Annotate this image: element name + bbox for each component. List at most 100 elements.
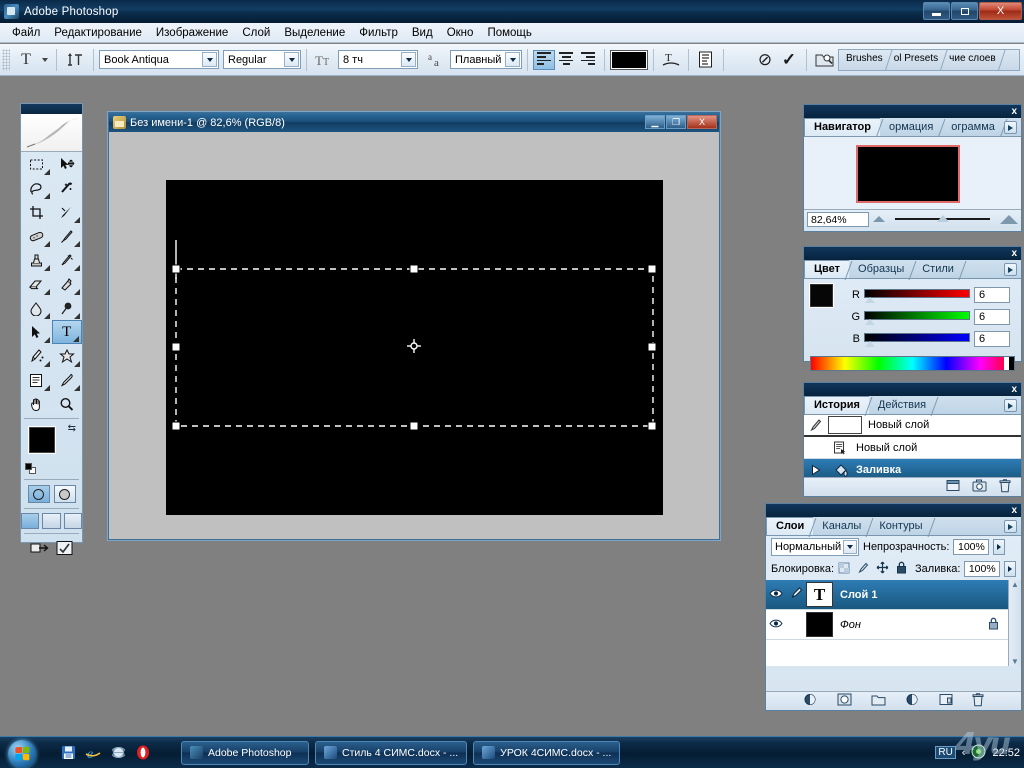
black-white-picker[interactable]: [1004, 357, 1014, 370]
color-spectrum-ramp[interactable]: [810, 356, 1015, 371]
options-bar-grip[interactable]: [2, 48, 10, 71]
align-center-icon[interactable]: [555, 50, 577, 70]
notes-tool[interactable]: [21, 368, 52, 392]
globe-icon[interactable]: [110, 745, 126, 761]
standard-screen-icon[interactable]: [21, 513, 40, 529]
font-style-chevron-down-icon[interactable]: [284, 52, 299, 67]
color-panel-header[interactable]: x: [804, 247, 1021, 260]
palette-well-tab-tool-presets[interactable]: ol Presets: [887, 50, 942, 70]
fill-value[interactable]: 100%: [964, 561, 1001, 577]
tray-overflow-icon[interactable]: ‹: [962, 747, 966, 759]
menu-image[interactable]: Изображение: [149, 25, 235, 41]
zoom-out-icon[interactable]: [873, 216, 885, 222]
channel-slider-r[interactable]: [864, 289, 970, 303]
commit-edits-button[interactable]: ✓: [777, 49, 801, 71]
gradient-tool[interactable]: [52, 272, 83, 296]
layers-panel-header[interactable]: x: [766, 504, 1021, 517]
hand-tool[interactable]: [21, 392, 52, 416]
menu-help[interactable]: Помощь: [480, 25, 538, 41]
minimize-button[interactable]: [923, 2, 950, 20]
current-tool-icon[interactable]: T: [13, 48, 39, 72]
layer-thumbnail[interactable]: T: [806, 582, 833, 607]
history-snapshot-row[interactable]: Новый слой: [804, 415, 1021, 437]
history-panel-close-icon[interactable]: x: [1011, 383, 1017, 396]
tool-preset-chevron-down-icon[interactable]: [42, 57, 48, 62]
quick-mask-mode-icon[interactable]: [53, 485, 76, 503]
blend-mode-combo[interactable]: Нормальный: [771, 538, 859, 556]
channel-slider-b[interactable]: [864, 333, 970, 347]
eraser-tool[interactable]: [21, 272, 52, 296]
opacity-value[interactable]: 100%: [953, 539, 990, 555]
layer-link-brush-icon[interactable]: [786, 587, 806, 602]
navigator-view-box[interactable]: [856, 145, 960, 203]
menu-edit[interactable]: Редактирование: [47, 25, 149, 41]
canvas-image[interactable]: [166, 180, 663, 515]
toolbox-drag-handle[interactable]: [21, 104, 82, 114]
lock-position-icon[interactable]: [876, 561, 889, 577]
tab-paths[interactable]: Контуры: [870, 518, 931, 535]
document-title-bar[interactable]: Без имени-1 @ 82,6% (RGB/8) ▁ ❐ X: [109, 113, 719, 132]
blend-mode-chevron-down-icon[interactable]: [843, 540, 857, 554]
file-browser-icon[interactable]: [812, 49, 836, 71]
dodge-tool[interactable]: [52, 296, 83, 320]
crop-tool[interactable]: [21, 200, 52, 224]
history-state-list[interactable]: Новый слой Новый слой Заливка: [804, 415, 1021, 481]
font-size-chevron-down-icon[interactable]: [401, 52, 416, 67]
tab-histogram[interactable]: ограмма: [942, 119, 1004, 136]
color-panel-menu-icon[interactable]: [1004, 263, 1017, 276]
palette-well[interactable]: Brushes ol Presets чие слоев: [838, 49, 1020, 71]
channel-value-g[interactable]: 6: [974, 309, 1010, 325]
menu-file[interactable]: Файл: [5, 25, 47, 41]
document-canvas-area[interactable]: [111, 134, 717, 537]
foreground-color-swatch[interactable]: [29, 427, 55, 453]
layer-name[interactable]: Фон: [840, 619, 861, 631]
new-snapshot-icon[interactable]: [972, 479, 987, 495]
tab-layers[interactable]: Слои: [766, 517, 814, 535]
opera-icon[interactable]: [135, 745, 151, 761]
type-tool[interactable]: T: [51, 320, 82, 344]
navigator-panel-menu-icon[interactable]: [1004, 121, 1017, 134]
language-indicator[interactable]: RU: [935, 746, 956, 759]
custom-shape-tool[interactable]: [52, 344, 83, 368]
delete-layer-icon[interactable]: [972, 692, 984, 710]
fill-chevron-icon[interactable]: [1004, 561, 1016, 577]
tab-channels[interactable]: Каналы: [813, 518, 870, 535]
default-colors-icon[interactable]: [25, 463, 37, 475]
menu-filter[interactable]: Фильтр: [352, 25, 405, 41]
healing-brush-tool[interactable]: [21, 224, 52, 248]
adjustment-layer-icon[interactable]: [905, 693, 920, 709]
marquee-tool[interactable]: [21, 152, 52, 176]
jump-to-icon[interactable]: [30, 540, 50, 559]
new-group-icon[interactable]: [871, 694, 886, 709]
cancel-edits-button[interactable]: ⊘: [753, 49, 777, 71]
navigator-close-icon[interactable]: x: [1011, 105, 1017, 118]
clone-stamp-tool[interactable]: [21, 248, 52, 272]
layer-visibility-eye-icon[interactable]: [766, 588, 786, 602]
swap-colors-icon[interactable]: ⇆: [68, 423, 76, 434]
delete-state-icon[interactable]: [999, 478, 1011, 496]
font-family-chevron-down-icon[interactable]: [202, 52, 217, 67]
eyedropper-tool[interactable]: [52, 368, 83, 392]
layer-mask-icon[interactable]: [837, 693, 852, 709]
new-document-from-state-icon[interactable]: [946, 479, 960, 495]
scroll-down-icon[interactable]: ▼: [1011, 657, 1019, 666]
layer-row-background[interactable]: Фон: [766, 610, 1021, 640]
font-style-combo[interactable]: Regular: [223, 50, 301, 69]
lock-transparency-icon[interactable]: [838, 562, 850, 577]
layer-visibility-eye-icon[interactable]: [766, 618, 786, 632]
navigator-zoom-value[interactable]: 82,64%: [807, 211, 869, 227]
tab-info[interactable]: ормация: [880, 119, 942, 136]
antialias-chevron-down-icon[interactable]: [505, 52, 520, 67]
layer-list-scrollbar[interactable]: ▲ ▼: [1008, 580, 1021, 666]
document-restore-button[interactable]: ❐: [666, 115, 686, 129]
document-minimize-button[interactable]: ▁: [645, 115, 665, 129]
slice-tool[interactable]: [52, 200, 83, 224]
color-panel-close-icon[interactable]: x: [1011, 247, 1017, 260]
edit-in-imageready-icon[interactable]: [56, 540, 74, 559]
layer-thumbnail[interactable]: [806, 612, 833, 637]
history-brush-tool[interactable]: [52, 248, 83, 272]
tab-navigator[interactable]: Навигатор: [804, 118, 880, 136]
start-button[interactable]: [2, 738, 48, 768]
tab-swatches[interactable]: Образцы: [849, 261, 913, 278]
pen-tool[interactable]: [21, 344, 52, 368]
